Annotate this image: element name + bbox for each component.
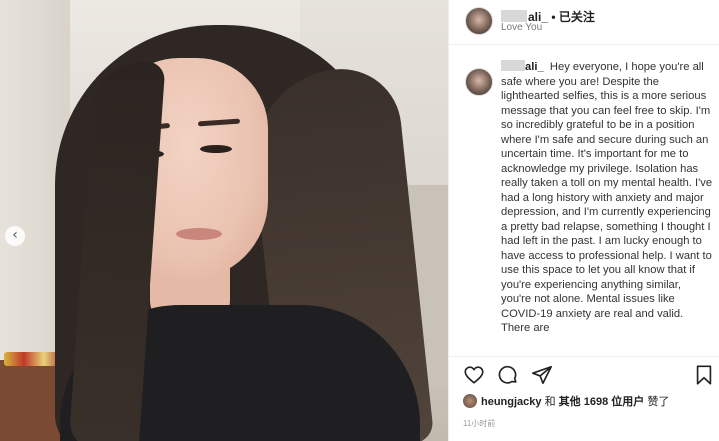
likes-count[interactable]: 1698 [584, 396, 608, 408]
post-caption: ali_ Hey everyone, I hope you're all saf… [501, 60, 713, 352]
post-actions-bar [463, 364, 713, 386]
chevron-left-icon[interactable]: ‹ [5, 226, 25, 246]
likes-connector: 和 [544, 396, 556, 408]
follow-status[interactable]: 已关注 [559, 10, 595, 24]
actions-divider [449, 356, 719, 357]
liker-avatar[interactable] [463, 394, 477, 408]
likes-verb: 赞了 [647, 396, 670, 408]
likes-others-suffix[interactable]: 位用户 [611, 396, 644, 408]
avatar[interactable] [465, 7, 493, 35]
post-subtitle: Love You [501, 22, 543, 33]
caption-text: Hey everyone, I hope you're all safe whe… [501, 61, 713, 334]
heart-icon[interactable] [463, 364, 485, 386]
likes-summary: heungjacky 和 其他 1698 位用户 赞了 [463, 393, 669, 409]
post-timestamp[interactable]: 11小时前 [463, 418, 495, 429]
header-divider [449, 44, 719, 45]
comment-icon[interactable] [497, 364, 519, 386]
header-separator: • [551, 10, 556, 24]
redacted-username-block [501, 10, 527, 22]
share-icon[interactable] [531, 364, 553, 386]
post-details-panel: ali_ • 已关注 Love You ali_ Hey everyone, I… [448, 0, 719, 441]
right-eye [200, 145, 232, 153]
bookmark-icon[interactable] [693, 364, 715, 386]
likes-others-prefix[interactable]: 其他 [559, 396, 581, 408]
caption-username[interactable]: ali_ [525, 61, 544, 73]
liker-username[interactable]: heungjacky [481, 396, 542, 408]
redacted-username-block [501, 60, 525, 71]
lips [176, 228, 222, 240]
caption-avatar[interactable] [465, 68, 493, 96]
post-photo[interactable]: ‹ [0, 0, 448, 441]
